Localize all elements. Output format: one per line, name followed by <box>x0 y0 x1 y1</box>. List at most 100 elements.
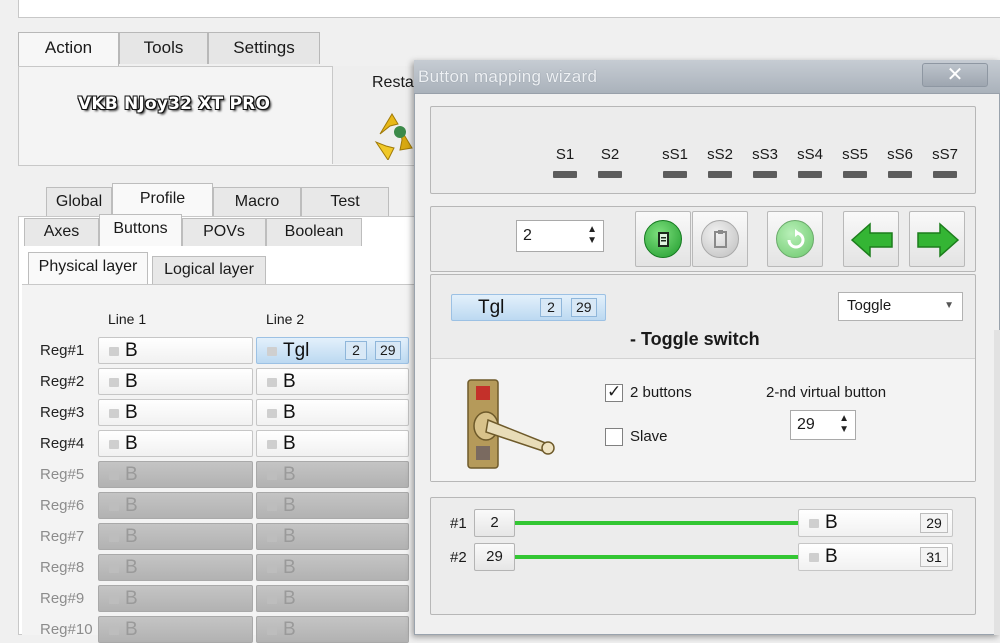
switch-label: sS1 <box>662 146 688 163</box>
button-cell-text: B <box>283 433 296 454</box>
mapping-target-text: B <box>825 546 838 567</box>
register-label: Reg#9 <box>40 590 85 607</box>
switch-label: sS3 <box>752 146 778 163</box>
arrow-left-icon <box>850 222 893 258</box>
paste-button[interactable] <box>692 211 748 267</box>
close-icon: ✕ <box>946 64 964 86</box>
reset-button[interactable] <box>767 211 823 267</box>
tab-axes[interactable]: Axes <box>24 218 99 246</box>
tab-global[interactable]: Global <box>46 187 112 217</box>
button-cell-line1[interactable]: B <box>98 368 253 395</box>
register-label: Reg#2 <box>40 373 85 390</box>
tab-macro[interactable]: Macro <box>213 187 301 217</box>
tab-test[interactable]: Test <box>301 187 389 217</box>
button-cell-line1[interactable]: B <box>98 554 253 581</box>
led-indicator <box>109 502 119 511</box>
register-label: Reg#6 <box>40 497 85 514</box>
tab-physical-layer[interactable]: Physical layer <box>28 252 148 284</box>
button-cell-number: 29 <box>375 341 401 360</box>
button-cell-text: B <box>125 588 138 609</box>
spin-arrows-icon[interactable]: ▲ ▼ <box>587 224 597 246</box>
button-cell-text: B <box>283 619 296 640</box>
switch-indicator <box>663 171 687 178</box>
register-label: Reg#8 <box>40 559 85 576</box>
switch-label: sS5 <box>842 146 868 163</box>
recycle-icon[interactable] <box>372 104 416 160</box>
mapping-target[interactable]: B 29 <box>798 509 953 537</box>
button-cell-line2[interactable]: B <box>256 492 409 519</box>
button-cell-line1[interactable]: B <box>98 337 253 364</box>
tab-logical-layer[interactable]: Logical layer <box>152 256 266 284</box>
button-cell-line2[interactable]: B <box>256 368 409 395</box>
previous-button[interactable] <box>843 211 899 267</box>
button-cell-line1[interactable]: B <box>98 492 253 519</box>
button-cell-line2[interactable]: B <box>256 399 409 426</box>
mode-select[interactable]: Toggle ▼ <box>838 292 963 321</box>
led-indicator <box>267 502 277 511</box>
button-cell-text: B <box>125 371 138 392</box>
mapping-index: #1 <box>450 515 467 532</box>
two-buttons-label: 2 buttons <box>630 384 692 401</box>
tab-buttons[interactable]: Buttons <box>99 214 182 246</box>
button-cell-text: B <box>125 402 138 423</box>
switch-label: S2 <box>600 146 620 163</box>
slave-label: Slave <box>630 428 668 445</box>
button-cell-line2[interactable]: B <box>256 616 409 643</box>
led-indicator <box>109 471 119 480</box>
copy-icon <box>644 220 682 258</box>
switch-label: S1 <box>555 146 575 163</box>
second-button-value: 29 <box>797 416 815 433</box>
button-cell-line1[interactable]: B <box>98 461 253 488</box>
mapping-index: #2 <box>450 549 467 566</box>
mapping-target-number: 29 <box>920 513 948 533</box>
mapping-link-line <box>515 555 798 559</box>
tab-boolean[interactable]: Boolean <box>266 218 362 246</box>
chevron-down-icon[interactable]: ▼ <box>944 300 954 311</box>
register-label: Reg#5 <box>40 466 85 483</box>
button-cell-line2[interactable]: B <box>256 461 409 488</box>
button-cell-number: 2 <box>345 341 367 360</box>
led-indicator <box>109 440 119 449</box>
paste-icon <box>701 220 739 258</box>
tab-profile[interactable]: Profile <box>112 183 213 217</box>
arrow-right-icon <box>917 222 960 258</box>
copy-button[interactable] <box>635 211 691 267</box>
button-cell-line2[interactable]: B <box>256 523 409 550</box>
slave-checkbox[interactable] <box>605 428 623 446</box>
second-button-spinner[interactable]: 29 ▲ ▼ <box>790 410 856 440</box>
button-number-spinner[interactable]: 2 ▲ ▼ <box>516 220 604 252</box>
mapping-source[interactable]: 29 <box>474 543 515 571</box>
button-cell-line1[interactable]: B <box>98 523 253 550</box>
close-button[interactable]: ✕ <box>922 63 988 87</box>
button-cell-line1[interactable]: B <box>98 616 253 643</box>
spin-arrows-icon[interactable]: ▲ ▼ <box>839 413 849 435</box>
button-cell-line2[interactable]: B <box>256 554 409 581</box>
mapping-source[interactable]: 2 <box>474 509 515 537</box>
two-buttons-checkbox[interactable]: ✓ <box>605 382 623 402</box>
restore-label: Resta <box>372 74 414 91</box>
register-label: Reg#1 <box>40 342 85 359</box>
mode-select-value: Toggle <box>847 297 892 314</box>
button-cell-text: B <box>283 557 296 578</box>
button-cell-text: B <box>125 340 138 361</box>
tab-settings[interactable]: Settings <box>208 32 320 64</box>
led-indicator <box>267 471 277 480</box>
tab-povs[interactable]: POVs <box>182 218 266 246</box>
button-cell-line2[interactable]: Tgl 2 29 <box>256 337 409 364</box>
tab-action[interactable]: Action <box>18 32 119 66</box>
button-cell-line1[interactable]: B <box>98 430 253 457</box>
mapping-target[interactable]: B 31 <box>798 543 953 571</box>
switch-indicator <box>708 171 732 178</box>
mapping-link-line <box>515 521 798 525</box>
button-cell-line1[interactable]: B <box>98 585 253 612</box>
switch-indicator <box>598 171 622 178</box>
register-label: Reg#3 <box>40 404 85 421</box>
next-button[interactable] <box>909 211 965 267</box>
led-indicator <box>267 564 277 573</box>
button-cell-line2[interactable]: B <box>256 585 409 612</box>
tab-tools[interactable]: Tools <box>119 32 208 64</box>
button-cell-line1[interactable]: B <box>98 399 253 426</box>
button-cell-text: B <box>125 619 138 640</box>
button-cell-text: B <box>125 495 138 516</box>
button-cell-line2[interactable]: B <box>256 430 409 457</box>
